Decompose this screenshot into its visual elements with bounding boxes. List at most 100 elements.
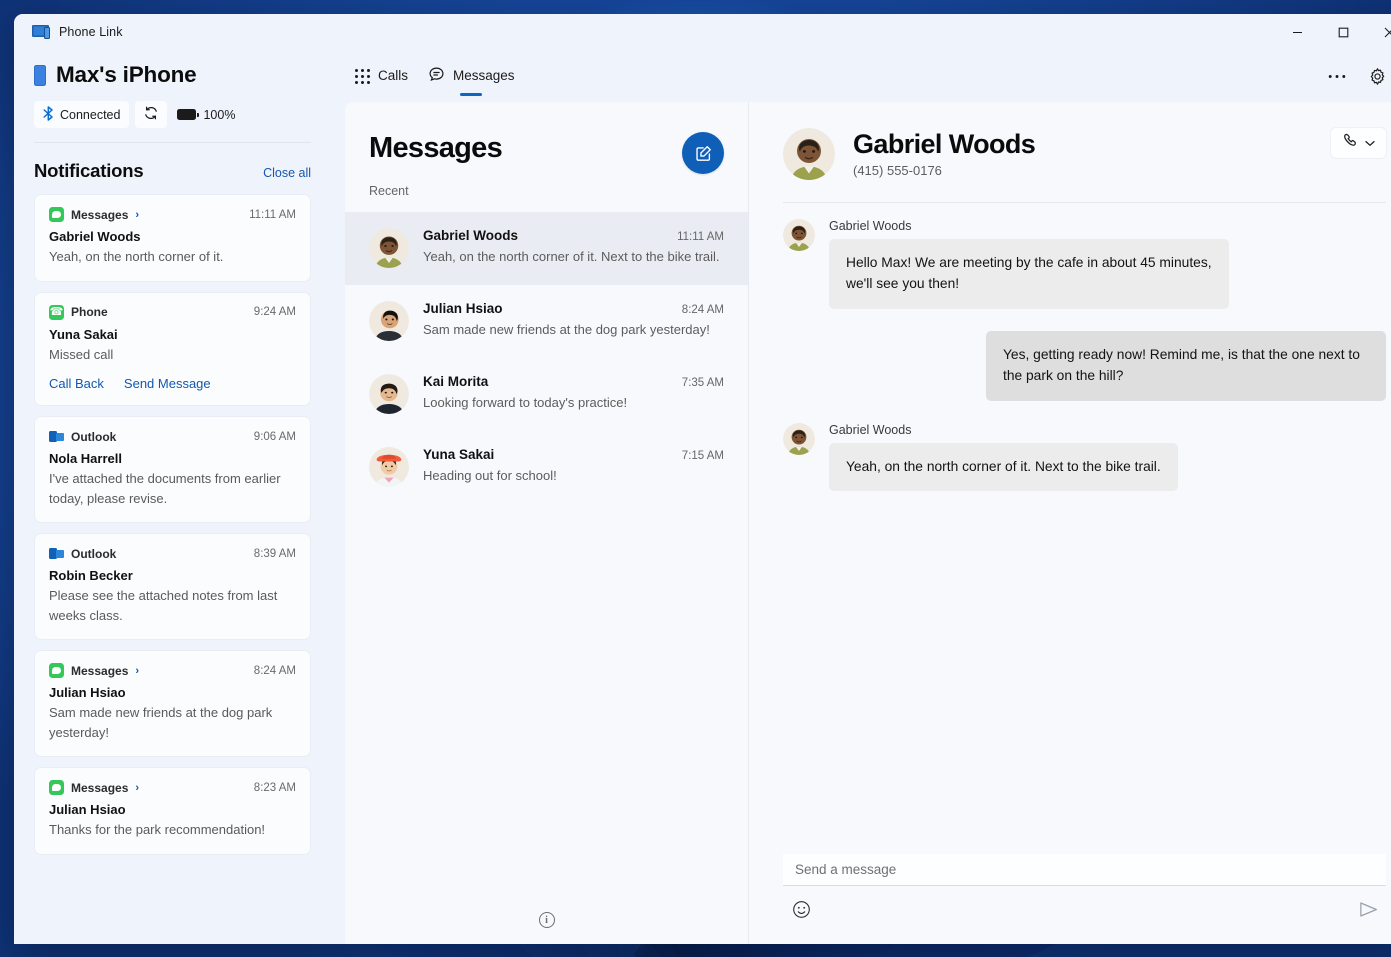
message-list-footer: i xyxy=(345,912,748,944)
conversation-list-item[interactable]: Gabriel Woods 11:11 AM Yeah, on the north … xyxy=(345,212,748,285)
notification-sender: Gabriel Woods xyxy=(49,229,141,244)
message-list-header: Messages xyxy=(345,102,748,174)
notification-app-row: Outlook 8:39 AM xyxy=(49,546,296,561)
notification-time: 8:24 AM xyxy=(253,664,296,677)
notification-text: Thanks for the park recommendation! xyxy=(49,822,266,837)
message-bubble-incoming[interactable]: Yeah, on the north corner of it. Next to… xyxy=(829,442,1178,491)
device-block: Max's iPhone Connected 100% xyxy=(14,50,331,128)
message-list-title: Messages xyxy=(369,132,503,164)
conversation-item-body: Kai Morita 7:35 AM Looking forward to toda… xyxy=(423,374,724,412)
message-list-section-label: Recent xyxy=(369,184,409,198)
phone-handset-icon xyxy=(1343,133,1358,154)
phone-link-icon xyxy=(32,24,50,40)
avatar xyxy=(783,422,815,455)
conversation-name: Yuna Sakai xyxy=(423,447,495,462)
notification-card[interactable]: Messages › 11:11 AM Gabriel Woods Yeah, on t… xyxy=(34,194,311,282)
avatar-image xyxy=(369,301,409,341)
battery-icon xyxy=(177,109,200,120)
notifications-list[interactable]: Messages › 11:11 AM Gabriel Woods Yeah, on t… xyxy=(14,194,331,944)
conversation-list[interactable]: Gabriel Woods 11:11 AM Yeah, on the north … xyxy=(345,212,748,912)
conversation-preview: Yeah, on the north corner of it. Next to… xyxy=(423,249,720,264)
send-button[interactable] xyxy=(1354,898,1382,926)
dialpad-icon xyxy=(355,68,370,84)
notification-time: 9:06 AM xyxy=(253,430,296,443)
notification-sender: Julian Hsiao xyxy=(49,685,126,700)
conversation-list-item[interactable]: Julian Hsiao 8:24 AM Sam made new friends … xyxy=(345,285,748,358)
avatar-image xyxy=(783,422,815,455)
notification-card[interactable]: Phone 9:24 AM Yuna Sakai Missed call Call Ba… xyxy=(34,291,311,406)
tab-bar: Calls Messages xyxy=(331,50,1391,102)
message-bubble-outgoing[interactable]: Yes, getting ready now! Remind me, is th… xyxy=(986,330,1386,401)
minimize-button[interactable] xyxy=(1274,14,1320,50)
conversation-name: Gabriel Woods xyxy=(423,228,519,243)
outlook-app-icon xyxy=(49,546,64,561)
compose-message-button[interactable] xyxy=(682,132,724,174)
message-row: Gabriel Woods Yeah, on the north corner o… xyxy=(783,422,1386,491)
notification-app-row: Messages › 8:23 AM xyxy=(49,780,296,795)
notification-card[interactable]: Messages › 8:24 AM Julian Hsiao Sam made new… xyxy=(34,650,311,757)
contact-name: Gabriel Woods xyxy=(853,129,1036,159)
notification-time: 11:11 AM xyxy=(249,208,296,221)
maximize-button[interactable] xyxy=(1320,14,1366,50)
settings-button[interactable] xyxy=(1362,61,1391,91)
tab-calls[interactable]: Calls xyxy=(345,50,418,102)
phone-link-window: Phone Link Max's iPhone Connected 100% N… xyxy=(14,14,1391,944)
tab-messages-label: Messages xyxy=(453,68,515,84)
conversation-time: 11:11 AM xyxy=(677,231,724,243)
battery-level: 100% xyxy=(203,107,236,122)
compose-icon xyxy=(695,145,711,161)
conversation-preview: Sam made new friends at the dog park yes… xyxy=(423,322,710,337)
info-icon[interactable]: i xyxy=(538,912,555,928)
call-contact-button[interactable] xyxy=(1331,128,1386,158)
notification-card[interactable]: Outlook 9:06 AM Nola Harrell I've attached … xyxy=(34,416,311,523)
message-sender: Gabriel Woods xyxy=(829,422,912,437)
bluetooth-status-pill[interactable]: Connected xyxy=(34,101,130,128)
close-button[interactable] xyxy=(1366,14,1391,50)
outlook-app-icon xyxy=(49,429,64,444)
conversation-list-item[interactable]: Yuna Sakai 7:15 AM Heading out for school! xyxy=(345,431,748,504)
message-thread[interactable]: Gabriel Woods Hello Max! We are meeting b… xyxy=(749,203,1391,854)
conversation-preview: Heading out for school! xyxy=(423,468,557,483)
message-bubble-incoming[interactable]: Hello Max! We are meeting by the cafe in… xyxy=(829,239,1229,309)
notification-action-2[interactable]: Send Message xyxy=(124,376,211,391)
notification-time: 9:24 AM xyxy=(253,306,296,318)
emoji-icon xyxy=(792,900,811,924)
messages-app-icon xyxy=(49,780,64,795)
notification-app-name: Messages xyxy=(71,207,129,222)
notification-card[interactable]: Messages › 8:23 AM Julian Hsiao Thanks for t… xyxy=(34,767,311,855)
conversation-list-item[interactable]: Kai Morita 7:35 AM Looking forward to toda… xyxy=(345,358,748,431)
more-options-button[interactable] xyxy=(1322,61,1352,91)
minimize-icon xyxy=(1292,31,1302,33)
notification-card[interactable]: Outlook 8:39 AM Robin Becker Please see the… xyxy=(34,533,311,640)
notification-app-row: Outlook 9:06 AM xyxy=(49,429,296,444)
notifications-header: Notifications Close all xyxy=(14,143,331,182)
conversation-time: 8:24 AM xyxy=(681,304,724,316)
device-header: Max's iPhone xyxy=(34,62,311,88)
conversation-time: 7:35 AM xyxy=(681,377,724,389)
avatar xyxy=(369,447,409,487)
chat-bubble-icon xyxy=(428,66,445,86)
gear-icon xyxy=(1370,67,1384,85)
conversation-item-top: Yuna Sakai 7:15 AM xyxy=(423,447,724,462)
bluetooth-icon xyxy=(43,106,54,123)
phone-device-icon xyxy=(34,64,46,86)
notification-sender: Yuna Sakai xyxy=(49,326,118,342)
notification-text: Please see the attached notes from last … xyxy=(49,588,278,623)
contact-avatar-image xyxy=(783,128,835,180)
notification-action-1[interactable]: Call Back xyxy=(49,376,104,391)
conversation-item-body: Gabriel Woods 11:11 AM Yeah, on the north … xyxy=(423,228,724,266)
maximize-icon xyxy=(1338,27,1348,37)
conversation-pane: Gabriel Woods (415) 555-0176 Gabriel Woo… xyxy=(749,102,1391,944)
chevron-right-icon: › xyxy=(135,208,140,221)
contact-phone: (415) 555-0176 xyxy=(853,163,942,179)
contact-meta: Gabriel Woods (415) 555-0176 xyxy=(853,128,1036,179)
notification-sender: Julian Hsiao xyxy=(49,802,126,817)
emoji-button[interactable] xyxy=(787,898,815,926)
refresh-button[interactable] xyxy=(135,101,168,128)
title-bar-app: Phone Link xyxy=(14,24,123,40)
close-all-button[interactable]: Close all xyxy=(263,166,311,180)
conversation-name: Julian Hsiao xyxy=(423,301,503,316)
message-input[interactable] xyxy=(783,854,1386,886)
notification-time: 8:23 AM xyxy=(253,781,296,794)
tab-messages[interactable]: Messages xyxy=(418,50,525,102)
